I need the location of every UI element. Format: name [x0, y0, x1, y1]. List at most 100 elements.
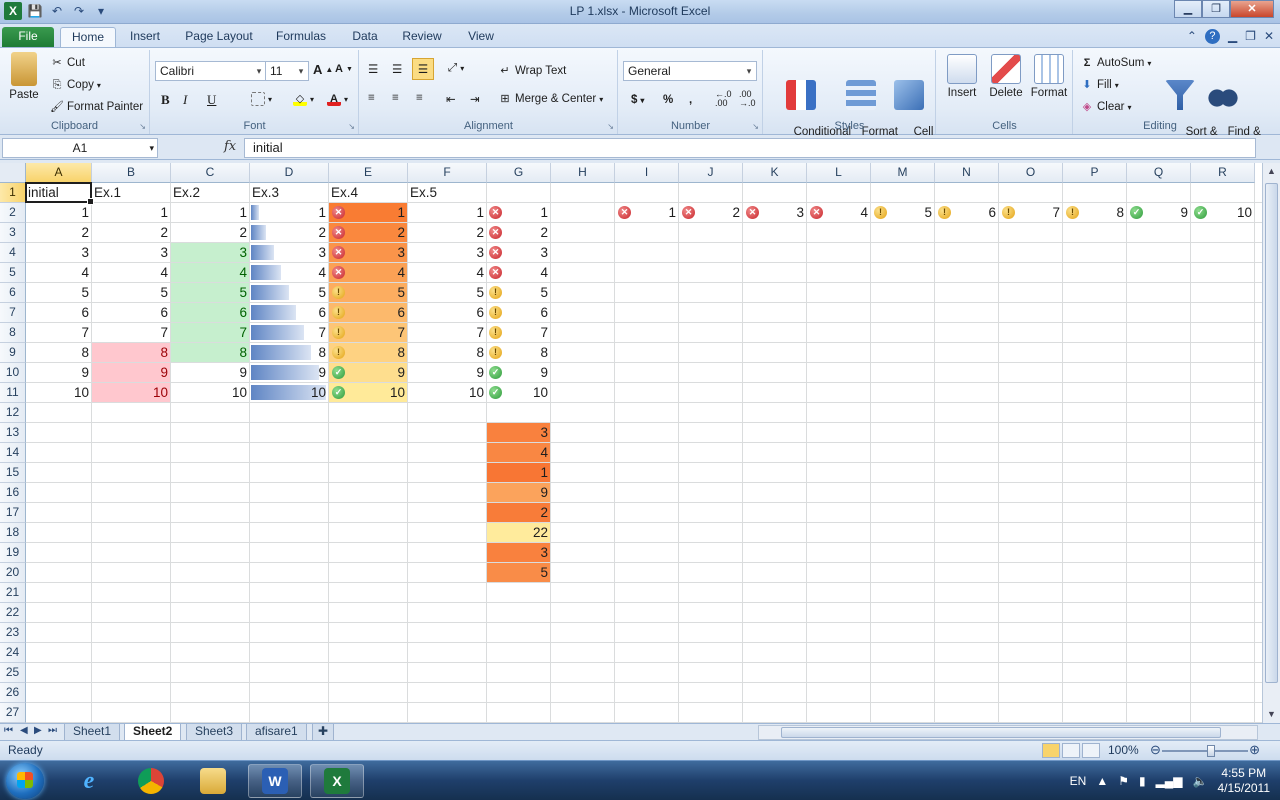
cut-button[interactable]: ✂ Cut — [50, 56, 85, 70]
internet-explorer-taskbar[interactable]: e — [62, 764, 116, 798]
data-cell[interactable]: 7 — [487, 323, 550, 342]
zoom-slider[interactable]: ⊖ ⊕ — [1150, 742, 1260, 757]
row-header-4[interactable]: 4 — [0, 243, 26, 263]
data-cell[interactable]: 6 — [171, 303, 249, 322]
data-cell[interactable]: 9 — [408, 363, 486, 382]
currency-button[interactable]: $ ▾ — [631, 94, 644, 106]
header-cell[interactable]: Ex.3 — [250, 183, 328, 202]
row-header-16[interactable]: 16 — [0, 483, 26, 503]
data-cell[interactable]: 8 — [92, 343, 170, 362]
workbook-restore-icon[interactable]: ❐ — [1245, 29, 1256, 44]
data-cell[interactable]: 2 — [171, 223, 249, 242]
data-cell[interactable]: 10 — [408, 383, 486, 402]
data-cell[interactable]: 7 — [329, 323, 407, 342]
data-cell[interactable]: 6 — [92, 303, 170, 322]
row-header-27[interactable]: 27 — [0, 703, 26, 723]
data-cell[interactable]: 8 — [250, 343, 328, 362]
restore-icon[interactable]: ❐ — [1202, 0, 1230, 18]
fill-button[interactable]: ⬇ Fill ▾ — [1080, 78, 1118, 92]
column-header-h[interactable]: H — [551, 163, 615, 183]
data-cell[interactable]: 2 — [487, 223, 550, 242]
row-header-9[interactable]: 9 — [0, 343, 26, 363]
data-cell[interactable]: 2 — [487, 503, 550, 522]
data-cell[interactable]: 6 — [250, 303, 328, 322]
tab-formulas[interactable]: Formulas — [270, 27, 332, 48]
sheet-tab-sheet2[interactable]: Sheet2 — [124, 724, 182, 741]
grow-font-icon[interactable]: A ▲ — [313, 62, 333, 77]
column-header-b[interactable]: B — [92, 163, 171, 183]
number-launcher-icon[interactable]: ↘ — [752, 122, 759, 131]
formula-input[interactable]: initial — [244, 138, 1256, 158]
chrome-taskbar[interactable] — [124, 764, 178, 798]
row-header-15[interactable]: 15 — [0, 463, 26, 483]
close-icon[interactable]: ✕ — [1230, 0, 1274, 18]
header-cell[interactable]: Ex.1 — [92, 183, 170, 202]
data-cell[interactable]: 8 — [1063, 203, 1126, 222]
font-size-select[interactable]: 11 ▾ — [265, 61, 309, 81]
sheet-tab-sheet1[interactable]: Sheet1 — [64, 724, 121, 741]
row-header-2[interactable]: 2 — [0, 203, 26, 223]
borders-icon[interactable]: ▾ — [251, 92, 272, 106]
row-header-1[interactable]: 1 — [0, 183, 26, 203]
tab-review[interactable]: Review — [398, 27, 446, 48]
data-cell[interactable]: 6 — [487, 303, 550, 322]
column-header-f[interactable]: F — [408, 163, 487, 183]
row-header-10[interactable]: 10 — [0, 363, 26, 383]
row-header-12[interactable]: 12 — [0, 403, 26, 423]
data-cell[interactable]: 10 — [487, 383, 550, 402]
data-cell[interactable]: 4 — [487, 263, 550, 282]
align-top-icon[interactable]: ☰ — [368, 62, 378, 76]
volume-icon[interactable]: 🔈 — [1193, 774, 1208, 788]
data-cell[interactable]: 10 — [250, 383, 328, 402]
alignment-launcher-icon[interactable]: ↘ — [607, 122, 614, 131]
select-all-corner[interactable] — [0, 163, 26, 183]
data-cell[interactable]: 10 — [26, 383, 91, 402]
name-box[interactable]: A1 ▾ — [2, 138, 158, 158]
network-icon[interactable]: ▂▄▆ — [1156, 774, 1183, 788]
data-cell[interactable]: 22 — [487, 523, 550, 542]
data-cell[interactable]: 2 — [92, 223, 170, 242]
tab-page-layout[interactable]: Page Layout — [180, 27, 258, 48]
data-cell[interactable]: 4 — [92, 263, 170, 282]
data-cell[interactable]: 6 — [26, 303, 91, 322]
row-header-23[interactable]: 23 — [0, 623, 26, 643]
row-header-14[interactable]: 14 — [0, 443, 26, 463]
data-cell[interactable]: 6 — [935, 203, 998, 222]
clear-button[interactable]: ◈ Clear ▾ — [1080, 100, 1132, 114]
data-cell[interactable]: 2 — [408, 223, 486, 242]
data-cell[interactable]: 2 — [250, 223, 328, 242]
row-header-17[interactable]: 17 — [0, 503, 26, 523]
row-header-26[interactable]: 26 — [0, 683, 26, 703]
zoom-knob[interactable] — [1207, 745, 1215, 757]
tab-home[interactable]: Home — [60, 27, 116, 48]
row-header-24[interactable]: 24 — [0, 643, 26, 663]
fill-color-icon[interactable]: ◇ ▾ — [293, 92, 314, 106]
first-sheet-icon[interactable]: ⏮ — [4, 725, 13, 736]
power-icon[interactable]: ▮ — [1139, 774, 1146, 788]
explorer-taskbar[interactable] — [186, 764, 240, 798]
data-cell[interactable]: 7 — [171, 323, 249, 342]
data-cell[interactable]: 3 — [26, 243, 91, 262]
align-middle-icon[interactable]: ☰ — [392, 62, 402, 76]
font-color-icon[interactable]: A ▾ — [327, 92, 348, 106]
row-header-19[interactable]: 19 — [0, 543, 26, 563]
horizontal-scroll-thumb[interactable] — [781, 727, 1221, 738]
data-cell[interactable]: 10 — [92, 383, 170, 402]
row-header-21[interactable]: 21 — [0, 583, 26, 603]
row-header-8[interactable]: 8 — [0, 323, 26, 343]
align-bottom-icon[interactable]: ☰ — [412, 58, 434, 80]
data-cell[interactable]: 5 — [487, 563, 550, 582]
data-cell[interactable]: 1 — [26, 203, 91, 222]
action-center-icon[interactable]: ⚑ — [1118, 774, 1129, 788]
data-cell[interactable]: 5 — [329, 283, 407, 302]
tab-data[interactable]: Data — [344, 27, 386, 48]
tab-view[interactable]: View — [458, 27, 504, 48]
data-cell[interactable]: 3 — [487, 543, 550, 562]
shrink-font-icon[interactable]: A ▼ — [335, 63, 353, 75]
copy-button[interactable]: ⎘ Copy ▾ — [50, 78, 101, 92]
prev-sheet-icon[interactable]: ◀ — [20, 725, 28, 736]
data-cell[interactable]: 6 — [329, 303, 407, 322]
tab-insert[interactable]: Insert — [122, 27, 168, 48]
excel-taskbar[interactable]: X — [310, 764, 364, 798]
underline-button[interactable]: U — [207, 92, 216, 108]
